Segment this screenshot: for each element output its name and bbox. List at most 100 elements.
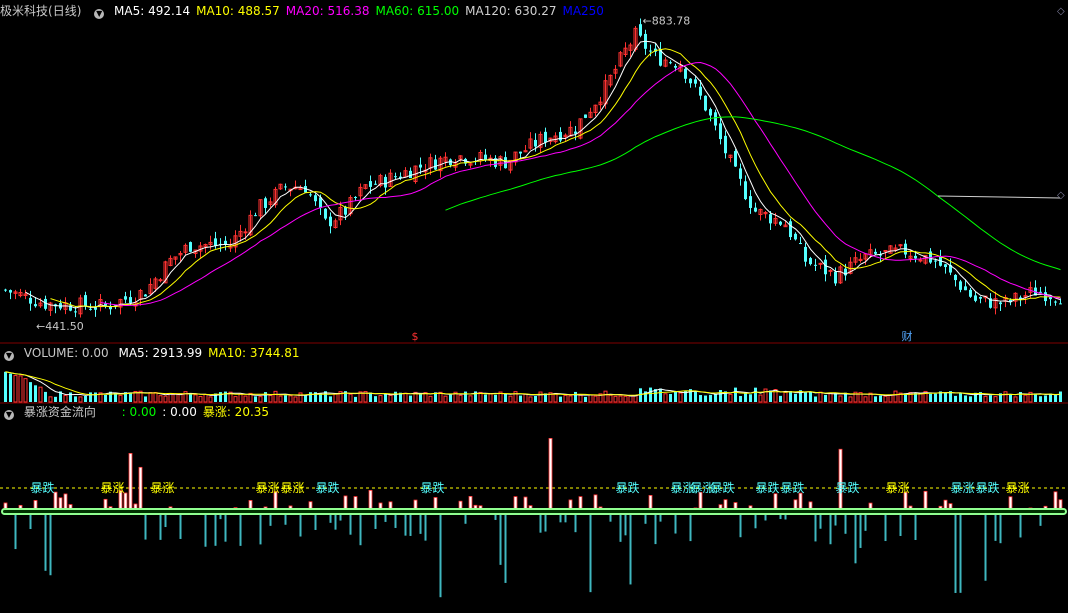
volume-bar (758, 394, 763, 403)
volume-bar (494, 394, 497, 402)
candle-body (329, 216, 332, 227)
signal-tag: 暴跌 (616, 480, 640, 495)
volume-bar (319, 393, 322, 402)
volume-bar (78, 396, 83, 403)
candle-body (129, 297, 132, 303)
volume-bar (484, 394, 487, 402)
volume-bar (649, 387, 652, 402)
volume-bar (94, 392, 97, 402)
outflow-bar (179, 512, 182, 539)
candle-body (409, 170, 412, 179)
volume-bar (273, 390, 278, 403)
ma-label-3: MA60: 615.00 (375, 4, 460, 18)
candle-body (769, 214, 772, 224)
volume-bar (779, 395, 782, 402)
volume-bar (504, 393, 507, 402)
volume-bar (304, 395, 307, 402)
volume-bar (238, 393, 243, 403)
candle-body (734, 151, 737, 167)
volume-bar (29, 382, 32, 402)
candle-body (874, 251, 877, 254)
candle-body (704, 95, 707, 111)
volume-bar (203, 393, 208, 403)
outflow-bar (884, 512, 887, 542)
candle-body (419, 164, 422, 168)
outflow-bar (224, 512, 227, 542)
candle-body (559, 131, 562, 141)
outflow-bar (499, 512, 502, 565)
candle-body (224, 240, 227, 245)
indicator-label-2: 暴涨: 20.35 (202, 405, 270, 419)
candle-body (1049, 297, 1052, 300)
chevron-down-icon[interactable]: ▼ (94, 9, 105, 19)
volume-bar (969, 396, 972, 402)
high-price-label: ←883.78 (643, 15, 691, 28)
volume-bar (348, 393, 353, 403)
candle-body (739, 168, 742, 179)
outflow-bar (829, 512, 832, 545)
volume-bar (309, 392, 312, 402)
candle-body (434, 159, 437, 170)
volume-bar (23, 378, 28, 403)
volume-bar (694, 391, 697, 402)
chevron-down-icon[interactable]: ▼ (4, 410, 14, 420)
outflow-bar (999, 512, 1002, 544)
volume-bar (243, 395, 248, 403)
candle-body (254, 215, 257, 217)
volume-bar (1003, 391, 1008, 403)
volume-bar (918, 393, 923, 403)
volume-bar (848, 396, 853, 403)
candle-body (818, 262, 823, 265)
volume-bar (84, 395, 87, 402)
candle-body (74, 311, 77, 313)
indicator-label-1: : 0.00 (162, 405, 197, 419)
candle-body (918, 259, 923, 262)
volume-bar (954, 395, 957, 402)
candle-body (1054, 301, 1057, 303)
candle-body (534, 139, 537, 147)
candle-body (354, 196, 357, 198)
signal-tag: 暴涨 (886, 480, 910, 495)
ma-label-5: MA250 (562, 4, 604, 18)
outflow-bar (689, 512, 692, 542)
signal-tag: 暴跌 (976, 480, 1000, 495)
volume-bar (563, 394, 568, 403)
candle-body (914, 255, 917, 259)
volume-bar (9, 373, 12, 402)
ma-label-1: MA10: 488.57 (196, 4, 280, 18)
signal-tag: 暴涨 (256, 480, 280, 495)
candle-body (9, 290, 12, 293)
outflow-bar (439, 512, 442, 598)
volume-bar (163, 395, 168, 403)
expand-icon: ◇ (1057, 6, 1065, 17)
volume-bar (409, 395, 412, 402)
outflow-bar (49, 512, 52, 576)
outflow-bar (914, 512, 917, 540)
candle-body (799, 242, 802, 244)
volume-bar (754, 387, 757, 402)
volume-bar (1039, 396, 1042, 402)
volume-bar (449, 394, 452, 402)
outflow-bar (259, 512, 262, 545)
candle-body (974, 295, 977, 301)
indicator-labels: : 0.00: 0.00 暴涨: 20.35 (122, 405, 275, 419)
volume-bar (568, 395, 573, 403)
volume-bar (989, 395, 992, 402)
signal-tag: 暴涨 (1006, 480, 1030, 495)
volume-bar (804, 392, 807, 402)
volume-bar (258, 396, 263, 403)
volume-bar (608, 394, 613, 403)
volume-bar (824, 394, 827, 402)
volume-bar (818, 391, 823, 403)
candle-body (714, 112, 717, 126)
chevron-down-icon[interactable]: ▼ (4, 351, 14, 361)
volume-bar (874, 396, 877, 402)
candle-body (749, 196, 752, 208)
outflow-bar (589, 512, 592, 593)
outflow-bar (629, 512, 632, 585)
candle-body (824, 259, 827, 275)
volume-bar (794, 393, 797, 402)
candle-body (954, 274, 957, 281)
candle-body (584, 114, 587, 118)
stock-chart[interactable]: ←883.78←441.50$ 财◇◇暴跌 暴涨 暴涨 暴涨 暴涨 暴跌 暴跌 暴跌 暴涨暴涨暴跌… (0, 0, 1068, 613)
